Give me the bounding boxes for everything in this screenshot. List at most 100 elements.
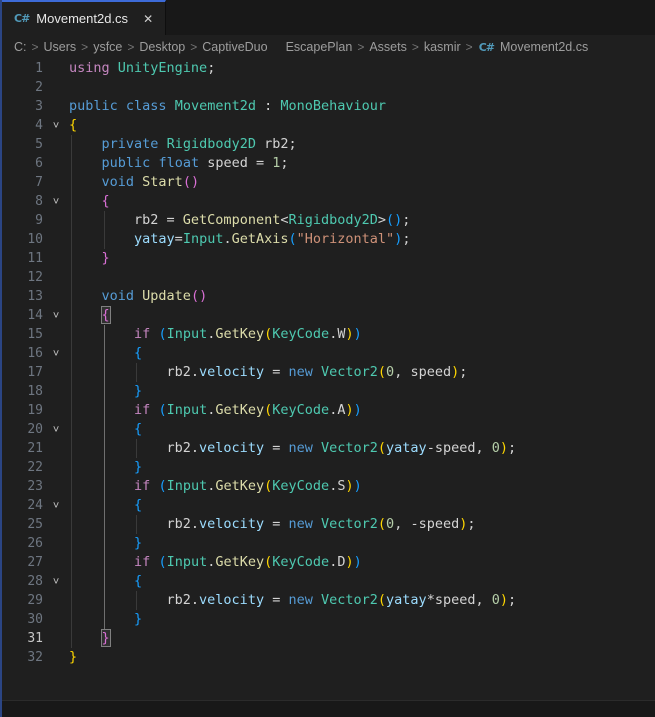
- line-number[interactable]: 16: [0, 344, 43, 363]
- code-lines: 1 using UnityEngine; 2 3 public class Moveme…: [0, 59, 655, 701]
- code-line[interactable]: 27 if (Input.GetKey(KeyCode.D)): [0, 553, 655, 572]
- fold-icon[interactable]: ˅: [43, 420, 69, 439]
- code-line[interactable]: 13 void Update(): [0, 287, 655, 306]
- line-number[interactable]: 9: [0, 211, 43, 230]
- code-line[interactable]: 25 rb2.velocity = new Vector2(0, -speed)…: [0, 515, 655, 534]
- code-text: yatay=Input.GetAxis("Horizontal");: [134, 231, 411, 247]
- code-line[interactable]: 9 rb2 = GetComponent<Rigidbody2D>();: [0, 211, 655, 230]
- code-line[interactable]: 20 ˅ {: [0, 420, 655, 439]
- line-number[interactable]: 26: [0, 534, 43, 553]
- line-number[interactable]: 27: [0, 553, 43, 572]
- fold-icon[interactable]: ˅: [43, 306, 69, 325]
- line-number[interactable]: 4: [0, 116, 43, 135]
- code-line[interactable]: 6 public float speed = 1;: [0, 154, 655, 173]
- line-number[interactable]: 14: [0, 306, 43, 325]
- code-line[interactable]: 11 }: [0, 249, 655, 268]
- code-line[interactable]: 29 rb2.velocity = new Vector2(yatay*spee…: [0, 591, 655, 610]
- line-number[interactable]: 3: [0, 97, 43, 116]
- close-icon[interactable]: ✕: [143, 12, 153, 26]
- code-text: private Rigidbody2D rb2;: [101, 136, 297, 152]
- line-number[interactable]: 15: [0, 325, 43, 344]
- fold-icon[interactable]: ˅: [43, 116, 69, 135]
- line-number[interactable]: 18: [0, 382, 43, 401]
- line-number[interactable]: 21: [0, 439, 43, 458]
- line-number[interactable]: 7: [0, 173, 43, 192]
- line-number[interactable]: 11: [0, 249, 43, 268]
- breadcrumb-item[interactable]: ysfce: [92, 40, 123, 54]
- code-line[interactable]: 15 if (Input.GetKey(KeyCode.W)): [0, 325, 655, 344]
- code-line[interactable]: 17 rb2.velocity = new Vector2(0, speed);: [0, 363, 655, 382]
- code-line[interactable]: 14 ˅ {: [0, 306, 655, 325]
- line-number[interactable]: 23: [0, 477, 43, 496]
- code-line[interactable]: 8 ˅ {: [0, 192, 655, 211]
- breadcrumb-item[interactable]: EscapePlan: [285, 40, 354, 54]
- breadcrumb-item[interactable]: kasmir: [423, 40, 462, 54]
- code-line[interactable]: 32}: [0, 648, 655, 667]
- code-line[interactable]: 31 }: [0, 629, 655, 648]
- line-number[interactable]: 13: [0, 287, 43, 306]
- code-line[interactable]: 10 yatay=Input.GetAxis("Horizontal");: [0, 230, 655, 249]
- breadcrumb-item[interactable]: CaptiveDuo: [201, 40, 268, 54]
- line-number[interactable]: 19: [0, 401, 43, 420]
- fold-icon[interactable]: ˅: [43, 496, 69, 515]
- breadcrumb: C: > Users > ysfce > Desktop > CaptiveDuo EscapeP…: [0, 35, 655, 59]
- line-number[interactable]: 30: [0, 610, 43, 629]
- tab-movement2d[interactable]: C# Movement2d.cs ✕: [0, 0, 167, 35]
- code-line[interactable]: 19 if (Input.GetKey(KeyCode.A)): [0, 401, 655, 420]
- line-number[interactable]: 17: [0, 363, 43, 382]
- code-text: {: [134, 345, 143, 361]
- line-number[interactable]: 8: [0, 192, 43, 211]
- line-number[interactable]: 31: [0, 629, 43, 648]
- breadcrumb-item[interactable]: Movement2d.cs: [499, 40, 589, 54]
- line-number[interactable]: 32: [0, 648, 43, 667]
- breadcrumb-item[interactable]: C:: [13, 40, 28, 54]
- code-line[interactable]: 26 }: [0, 534, 655, 553]
- code-line[interactable]: 5 private Rigidbody2D rb2;: [0, 135, 655, 154]
- code-line[interactable]: 3 public class Movement2d : MonoBehaviour: [0, 97, 655, 116]
- code-line[interactable]: 24 ˅ {: [0, 496, 655, 515]
- line-number[interactable]: 12: [0, 268, 43, 287]
- line-number[interactable]: 24: [0, 496, 43, 515]
- code-line[interactable]: 18 }: [0, 382, 655, 401]
- fold-icon[interactable]: ˅: [43, 344, 69, 363]
- fold-icon[interactable]: ˅: [43, 572, 69, 591]
- breadcrumb-item[interactable]: Assets: [368, 40, 408, 54]
- line-number[interactable]: 22: [0, 458, 43, 477]
- code-text: {: [101, 193, 110, 209]
- code-line[interactable]: 23 if (Input.GetKey(KeyCode.S)): [0, 477, 655, 496]
- line-number[interactable]: 1: [0, 59, 43, 78]
- line-number[interactable]: 28: [0, 572, 43, 591]
- code-text: }: [69, 649, 78, 665]
- code-line[interactable]: 22 }: [0, 458, 655, 477]
- code-line[interactable]: 12: [0, 268, 655, 287]
- code-line[interactable]: 7 void Start(): [0, 173, 655, 192]
- code-line[interactable]: 30 }: [0, 610, 655, 629]
- code-line[interactable]: 1 using UnityEngine;: [0, 59, 655, 78]
- fold-icon[interactable]: ˅: [43, 192, 69, 211]
- line-number[interactable]: 6: [0, 154, 43, 173]
- breadcrumb-item[interactable]: Desktop: [138, 40, 186, 54]
- code-editor[interactable]: 1 using UnityEngine; 2 3 public class Moveme…: [0, 59, 655, 701]
- line-number[interactable]: 10: [0, 230, 43, 249]
- code-line[interactable]: 16 ˅ {: [0, 344, 655, 363]
- code-text: public class Movement2d : MonoBehaviour: [69, 98, 387, 114]
- code-line[interactable]: 2: [0, 78, 655, 97]
- line-number[interactable]: 25: [0, 515, 43, 534]
- line-number[interactable]: 29: [0, 591, 43, 610]
- code-line[interactable]: 4 ˅{: [0, 116, 655, 135]
- code-text: }: [134, 459, 143, 475]
- code-text: }: [101, 250, 110, 266]
- breadcrumb-item[interactable]: Users: [43, 40, 78, 54]
- code-line[interactable]: 28 ˅ {: [0, 572, 655, 591]
- code-text: }: [100, 629, 112, 647]
- line-number[interactable]: 5: [0, 135, 43, 154]
- line-number[interactable]: 20: [0, 420, 43, 439]
- line-number[interactable]: 2: [0, 78, 43, 97]
- code-line[interactable]: 21 rb2.velocity = new Vector2(yatay-spee…: [0, 439, 655, 458]
